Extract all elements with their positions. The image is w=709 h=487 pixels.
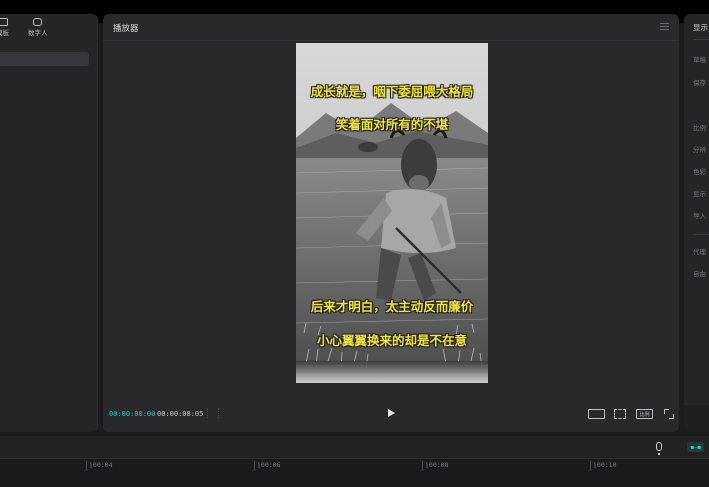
- digital-human-icon: [33, 18, 43, 26]
- subtitle-icon[interactable]: [588, 409, 605, 419]
- caption-line-3: 后来才明白，太主动反而廉价: [310, 299, 474, 314]
- timeline-toolbar: [0, 436, 709, 458]
- total-time: 00:00:08:05: [157, 410, 204, 418]
- link-toggle-icon[interactable]: ▪‒▪: [687, 442, 704, 452]
- right-panel: 显示 草稿 保存 比例 分辨 色彩 显示 导入 代理 自由: [684, 14, 709, 432]
- tab-digital-human-label: 数字人: [28, 29, 48, 37]
- tab-digital-human[interactable]: 数字人: [28, 18, 48, 37]
- grid-icon[interactable]: [207, 408, 219, 418]
- caption-line-4: 小心翼翼换来的却是不在意: [316, 333, 467, 348]
- template-icon: [0, 18, 8, 26]
- ruler-tick: |00:04: [86, 461, 112, 471]
- caption-line-1: 成长就是，咽下委屈喂大格局: [310, 84, 474, 99]
- right-panel-title: 显示: [693, 23, 708, 32]
- caption-line-2: 笑着面对所有的不堪: [335, 117, 449, 132]
- right-item-free[interactable]: 自由: [693, 268, 706, 278]
- right-item-ratio[interactable]: 比例: [693, 122, 706, 132]
- right-item-save: 保存: [693, 79, 706, 87]
- microphone-icon[interactable]: [656, 442, 662, 455]
- right-item-color[interactable]: 色彩: [693, 166, 706, 176]
- current-time: 00:00:00:00: [109, 410, 156, 418]
- player-title: 播放器: [113, 24, 139, 34]
- right-item-draft: 草稿: [693, 56, 706, 64]
- ruler-tick: |00:10: [590, 461, 616, 471]
- video-preview[interactable]: 成长就是，咽下委屈喂大格局 笑着面对所有的不堪 后来才明白，太主动反而廉价 小心…: [296, 43, 488, 383]
- right-panel-footer: [684, 405, 709, 432]
- right-item-display[interactable]: 显示: [693, 188, 706, 198]
- search-input[interactable]: [0, 52, 89, 66]
- divider: [693, 234, 709, 235]
- ruler-tick: |00:08: [422, 461, 448, 471]
- focus-icon[interactable]: [614, 409, 626, 419]
- ruler-tick: |00:06: [254, 461, 280, 471]
- tab-template[interactable]: 模板: [0, 18, 9, 37]
- divider: [693, 39, 709, 40]
- tab-template-label: 模板: [0, 29, 9, 37]
- left-panel: 模板 数字人: [0, 14, 98, 432]
- right-item-resolution[interactable]: 分辨: [693, 144, 706, 154]
- ratio-button[interactable]: 比例: [636, 409, 653, 419]
- right-item-import[interactable]: 导入: [693, 210, 706, 220]
- fullscreen-icon[interactable]: [664, 409, 674, 419]
- right-item-proxy[interactable]: 代理: [693, 246, 706, 256]
- divider: [103, 40, 679, 41]
- menu-icon[interactable]: [660, 23, 669, 30]
- play-icon[interactable]: [388, 409, 395, 417]
